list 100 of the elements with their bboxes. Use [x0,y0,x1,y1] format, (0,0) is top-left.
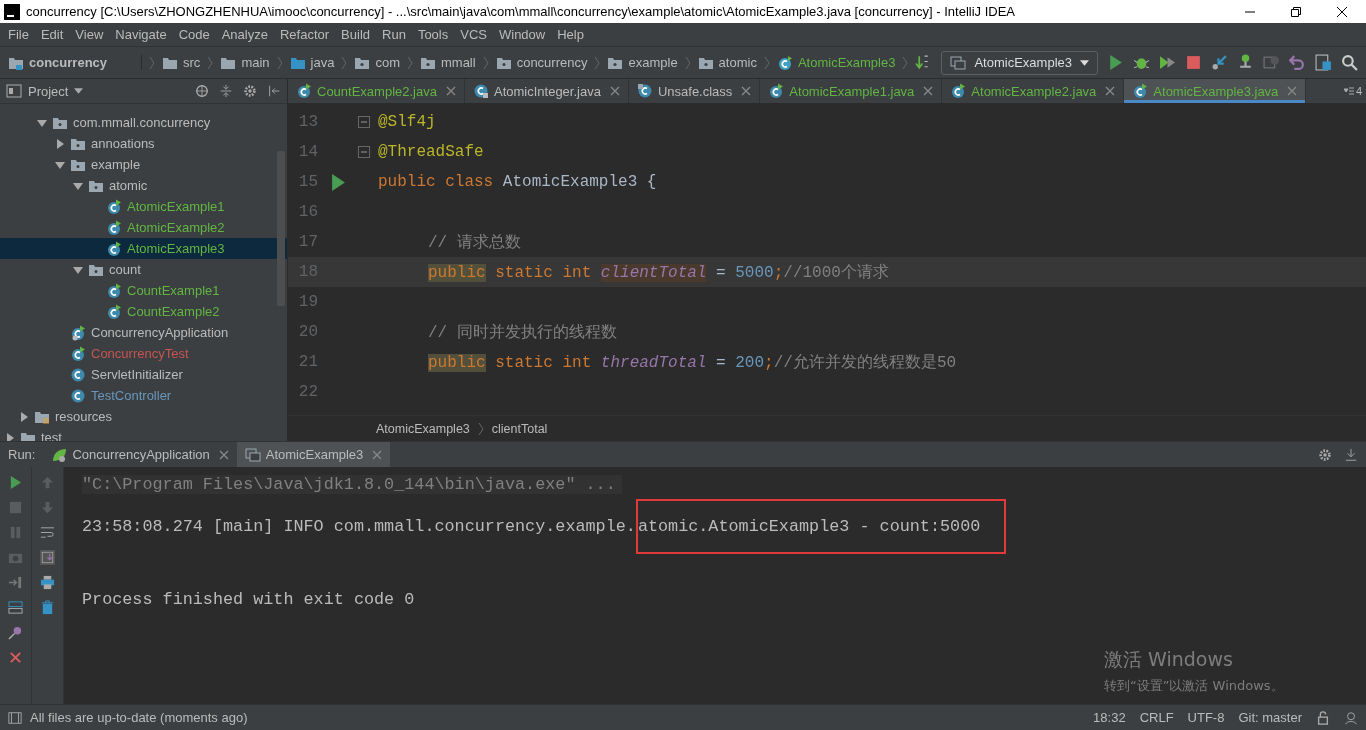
tab-overflow-button[interactable]: 4 [1339,79,1366,103]
run-icon[interactable] [1107,54,1124,71]
menu-item[interactable]: Edit [34,27,70,42]
breadcrumb-item[interactable]: com [375,55,400,70]
status-item[interactable]: Git: master [1238,710,1302,725]
breadcrumb-item[interactable]: java [310,55,335,70]
menu-item[interactable]: Window [492,27,552,42]
locate-icon[interactable] [195,84,209,98]
line-number: 20 [297,323,318,341]
expand-arrow-icon[interactable] [73,264,83,275]
scroll-to-end-icon[interactable] [40,550,55,565]
menu-item[interactable]: Navigate [109,27,173,42]
status-item[interactable]: UTF-8 [1187,710,1225,725]
menu-item[interactable]: Build [335,27,376,42]
print-icon[interactable] [40,575,55,590]
tree-item[interactable]: ConcurrencyApplication [0,322,287,343]
panel-toggle-icon[interactable] [8,710,22,725]
breadcrumb-item[interactable]: example [628,55,678,70]
run-tab[interactable]: AtomicExample3 [236,442,391,467]
breadcrumb-item[interactable]: AtomicExample3 [797,55,896,70]
inspector-icon[interactable] [1344,710,1358,725]
breadcrumb-item[interactable]: atomic [718,55,757,70]
editor-tab[interactable]: CountExample2.java [288,79,465,103]
editor-tab[interactable]: Unsafe.class [628,79,761,103]
history-icon[interactable] [1263,54,1280,71]
soft-wrap-icon[interactable] [40,525,55,540]
project-structure-icon[interactable] [1315,54,1332,71]
menu-item[interactable]: Help [551,27,590,42]
tree-item[interactable]: atomic [0,175,287,196]
breadcrumb-item[interactable]: clientTotal [491,421,548,436]
breadcrumb-item[interactable]: AtomicExample3 [376,421,470,436]
tree-item[interactable]: CountExample2 [0,301,287,322]
status-item[interactable]: CRLF [1139,710,1174,725]
breadcrumb-item[interactable]: main [241,55,270,70]
expand-arrow-icon[interactable] [55,138,65,149]
menu-item[interactable]: Tools [411,27,455,42]
menu-item[interactable]: Run [376,27,412,42]
breadcrumb-item[interactable]: concurrency [29,55,143,70]
pin-icon[interactable] [8,625,23,640]
collapse-all-icon[interactable] [219,84,233,98]
editor-tab[interactable]: AtomicExample3.java [1124,79,1307,103]
settings-icon[interactable] [243,84,257,98]
line-number: 22 [297,383,318,401]
run-configuration-dropdown[interactable]: AtomicExample3 [941,50,1098,75]
tree-item[interactable]: count [0,259,287,280]
settings-icon[interactable] [1318,447,1332,462]
expand-arrow-icon[interactable] [73,180,83,191]
expand-arrow-icon[interactable] [19,411,29,422]
editor-tab[interactable]: AtomicExample1.java [760,79,943,103]
tree-item[interactable]: AtomicExample1 [0,196,287,217]
exit-icon[interactable] [8,575,23,590]
tree-item[interactable]: AtomicExample2 [0,217,287,238]
project-view-dropdown[interactable]: Project [6,83,84,99]
trash-icon[interactable] [40,600,55,615]
menu-item[interactable]: View [69,27,110,42]
fold-marker-icon[interactable] [358,146,370,158]
breadcrumb-item[interactable]: concurrency [516,55,588,70]
hide-panel-icon[interactable] [267,84,281,98]
vcs-commit-icon[interactable] [1237,54,1254,71]
tree-item[interactable]: annoations [0,133,287,154]
rerun-icon[interactable] [8,475,23,490]
tree-item-label: ConcurrencyApplication [91,325,229,340]
tree-item[interactable]: resources [0,406,287,427]
stop-icon[interactable] [1185,54,1202,71]
tree-item[interactable]: ServletInitializer [0,364,287,385]
tree-item[interactable]: com.mmall.concurrency [0,112,287,133]
tree-item[interactable]: example [0,154,287,175]
menu-item[interactable]: File [2,27,35,42]
tree-item-label: count [109,262,141,277]
expand-arrow-icon[interactable] [5,432,15,441]
restore-icon[interactable] [1290,5,1302,18]
tree-item-label: ConcurrencyTest [91,346,189,361]
breadcrumb-item[interactable]: mmall [441,55,476,70]
code-line: public class AtomicExample3 { [378,173,657,191]
run-tab[interactable]: ConcurrencyApplication [43,442,237,467]
status-item[interactable]: 18:32 [1093,710,1126,725]
editor-tab[interactable]: AtomicInteger.java [464,79,629,103]
vcs-update-icon[interactable] [1211,54,1228,71]
run-gutter-icon[interactable] [331,173,345,191]
coverage-icon[interactable] [1159,54,1176,71]
tree-item[interactable]: AtomicExample3 [0,238,287,259]
breadcrumb-item[interactable]: src [183,55,201,70]
tree-item[interactable]: TestController [0,385,287,406]
fold-marker-icon[interactable] [358,116,370,128]
scrollbar[interactable] [277,151,285,306]
tree-item[interactable]: CountExample1 [0,280,287,301]
close-icon[interactable] [1336,5,1348,18]
expand-arrow-icon[interactable] [55,159,65,170]
hide-panel-icon[interactable] [1344,447,1358,462]
revert-icon[interactable] [1289,54,1306,71]
lock-icon[interactable] [1316,710,1330,725]
chevron-icon [341,55,348,70]
search-icon[interactable] [1341,54,1358,71]
menu-item[interactable]: Code [172,27,216,42]
menu-item[interactable]: Refactor [273,27,336,42]
layout-icon[interactable] [8,600,23,615]
menu-item[interactable]: Analyze [215,27,274,42]
expand-arrow-icon[interactable] [37,117,47,128]
menu-item[interactable]: VCS [454,27,493,42]
tree-item-label: atomic [109,178,148,193]
